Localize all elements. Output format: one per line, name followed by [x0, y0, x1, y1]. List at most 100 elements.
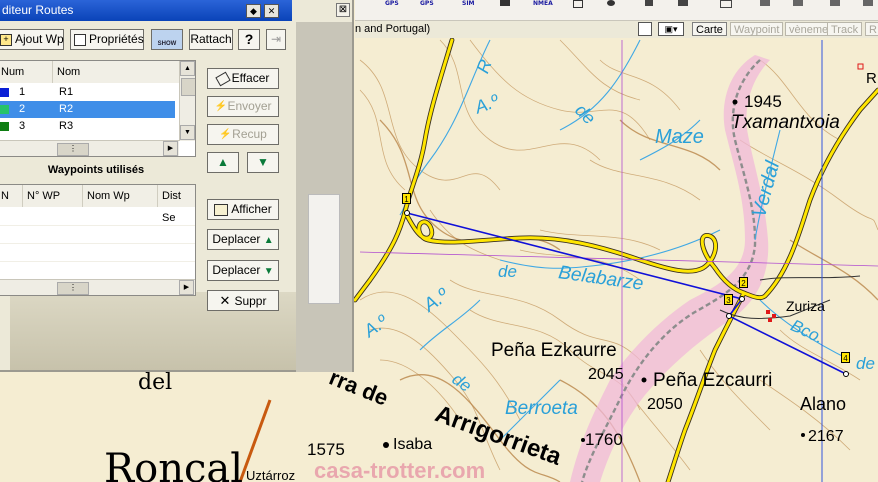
dialog-title: diteur Routes: [2, 3, 74, 17]
move-route-down-button[interactable]: ▼: [247, 152, 279, 173]
delete-x-icon: ✕: [219, 293, 231, 308]
move-waypoint-up-button[interactable]: Deplacer ▲: [207, 229, 279, 250]
properties-button[interactable]: Propriétés: [70, 29, 144, 50]
toolbar-icon-c[interactable]: [607, 0, 615, 6]
toolbar-icon-e[interactable]: [678, 0, 688, 6]
label-maze: Maze: [655, 126, 704, 148]
delete-button[interactable]: ✕ Suppr: [207, 290, 279, 311]
scroll-thumb[interactable]: [181, 78, 195, 96]
attach-button[interactable]: Rattach: [189, 29, 233, 50]
label-2050: 2050: [647, 396, 683, 413]
move-waypoint-down-button[interactable]: Deplacer ▼: [207, 260, 279, 281]
scroll-right-icon[interactable]: ▶: [163, 141, 178, 156]
table-row[interactable]: 3 R3: [0, 118, 175, 135]
overflow-icon[interactable]: ⇥: [266, 29, 286, 50]
waypoint-marker-2[interactable]: 2: [739, 277, 748, 288]
toolbar-icon-b[interactable]: [573, 0, 583, 8]
scroll-right-icon[interactable]: ▶: [179, 280, 194, 295]
label-1760: 1760: [585, 430, 623, 449]
waypoint-marker-1[interactable]: 1: [402, 193, 411, 204]
toolbar-icon-j[interactable]: [863, 0, 873, 6]
column-header-n[interactable]: N: [0, 185, 23, 207]
toolbar-icon-g[interactable]: [760, 0, 770, 6]
evenement-button[interactable]: vèneme: [785, 22, 833, 36]
waypoints-horizontal-scrollbar[interactable]: ⋮ ▶: [0, 279, 195, 295]
label-de-2: de: [498, 262, 517, 281]
label-1575: 1575: [307, 440, 345, 459]
receive-button[interactable]: ⚡Recup: [207, 124, 279, 145]
map-thumbnail-strip: [296, 22, 352, 372]
label-pena-ezkaurre: Peña Ezkaurre: [491, 340, 617, 361]
dialog-titlebar[interactable]: diteur Routes ◆ ✕: [0, 0, 292, 21]
send-button[interactable]: ⚡Envoyer: [207, 96, 279, 117]
scroll-down-icon[interactable]: ▼: [180, 125, 195, 140]
track-button[interactable]: Track: [827, 22, 863, 36]
route-num: 2: [19, 103, 26, 115]
eraser-icon: [214, 71, 231, 87]
column-header-dist[interactable]: Dist Se: [158, 185, 195, 224]
hscroll-thumb[interactable]: ⋮: [57, 282, 89, 295]
waypoint-marker-3[interactable]: 3: [724, 294, 733, 305]
r-button[interactable]: R: [865, 22, 878, 36]
table-row-selected[interactable]: 2 R2: [0, 101, 175, 118]
waypoints-section-title: Waypoints utilisés: [47, 164, 145, 176]
close-icon[interactable]: ✕: [264, 4, 279, 18]
waypoint-button[interactable]: Waypoint: [730, 22, 784, 36]
toolbar-icon-f[interactable]: [720, 0, 732, 8]
table-row[interactable]: 1 R1: [0, 84, 175, 101]
column-header-nom[interactable]: Nom: [53, 61, 181, 83]
arrow-up-icon: ▲: [263, 235, 274, 246]
map-subtoolbar: n and Portugal) ▣▾ Carte Waypoint vèneme…: [355, 21, 878, 38]
toolbar-icon-d[interactable]: [645, 0, 653, 6]
column-header-nwp[interactable]: N° WP: [23, 185, 83, 207]
route-name: R3: [59, 120, 74, 132]
label-de-3: de: [856, 354, 875, 373]
arrow-down-icon: ▼: [257, 155, 269, 169]
carte-button[interactable]: Carte: [692, 22, 727, 36]
plus-icon: +: [0, 33, 12, 46]
toolbar-icon-a[interactable]: [500, 0, 510, 6]
thumbnail-close-icon[interactable]: ⊠: [336, 3, 350, 17]
label-uztarroz: Uztárroz: [246, 468, 296, 482]
routes-vertical-scrollbar[interactable]: ▲ ▼: [179, 61, 195, 141]
label-2167: 2167: [808, 428, 844, 445]
column-header-num[interactable]: Num: [0, 61, 53, 83]
properties-icon: [74, 33, 86, 46]
display-button[interactable]: Afficher: [207, 199, 279, 220]
hscroll-thumb[interactable]: ⋮: [57, 143, 89, 156]
sim-icon[interactable]: SIM: [462, 0, 475, 7]
display-icon: [214, 203, 229, 216]
waypoint-marker-4[interactable]: 4: [841, 352, 850, 363]
toolbar-icon-i[interactable]: [830, 0, 840, 6]
arrow-down-icon: ▼: [263, 266, 274, 277]
dropdown-icon[interactable]: ◆: [246, 4, 261, 18]
label-1945: 1945: [744, 92, 782, 111]
erase-button[interactable]: Effacer: [207, 68, 279, 89]
route-editor-dialog: diteur Routes ◆ ✕ ⊠ + Ajout Wp Propriétés…: [0, 0, 354, 372]
show-button[interactable]: SHOW: [151, 29, 183, 50]
nmea-icon[interactable]: NMEA: [533, 0, 553, 7]
label-isaba: Isaba: [393, 436, 433, 453]
route-color-swatch: [0, 88, 9, 97]
scroll-up-icon[interactable]: ▲: [180, 61, 195, 76]
send-icon: ⚡: [214, 100, 227, 112]
label-alano: Alano: [800, 394, 847, 414]
save-icon[interactable]: ▣▾: [658, 22, 684, 36]
watermark: casa-trotter.com: [314, 458, 486, 482]
help-button[interactable]: ?: [238, 29, 260, 50]
map-view-icon[interactable]: [638, 22, 652, 36]
routes-horizontal-scrollbar[interactable]: ⋮ ▶: [0, 140, 179, 156]
route-num: 1: [19, 86, 26, 98]
gps-icon[interactable]: GPS: [385, 0, 399, 7]
add-waypoint-button[interactable]: + Ajout Wp: [0, 29, 64, 50]
waypoints-table: N N° WP Nom Wp Dist Se ⋮ ▶: [0, 184, 196, 296]
gps-receive-icon[interactable]: GPS: [420, 0, 434, 7]
label-2045: 2045: [588, 366, 624, 383]
move-route-up-button[interactable]: ▲: [207, 152, 239, 173]
label-roncal: Roncal: [104, 446, 244, 482]
arrow-up-icon: ▲: [217, 155, 229, 169]
toolbar-icon-h[interactable]: [793, 0, 803, 6]
document-thumbnail[interactable]: [308, 194, 340, 304]
column-header-nomwp[interactable]: Nom Wp: [83, 185, 158, 207]
receive-icon: ⚡: [219, 128, 232, 140]
